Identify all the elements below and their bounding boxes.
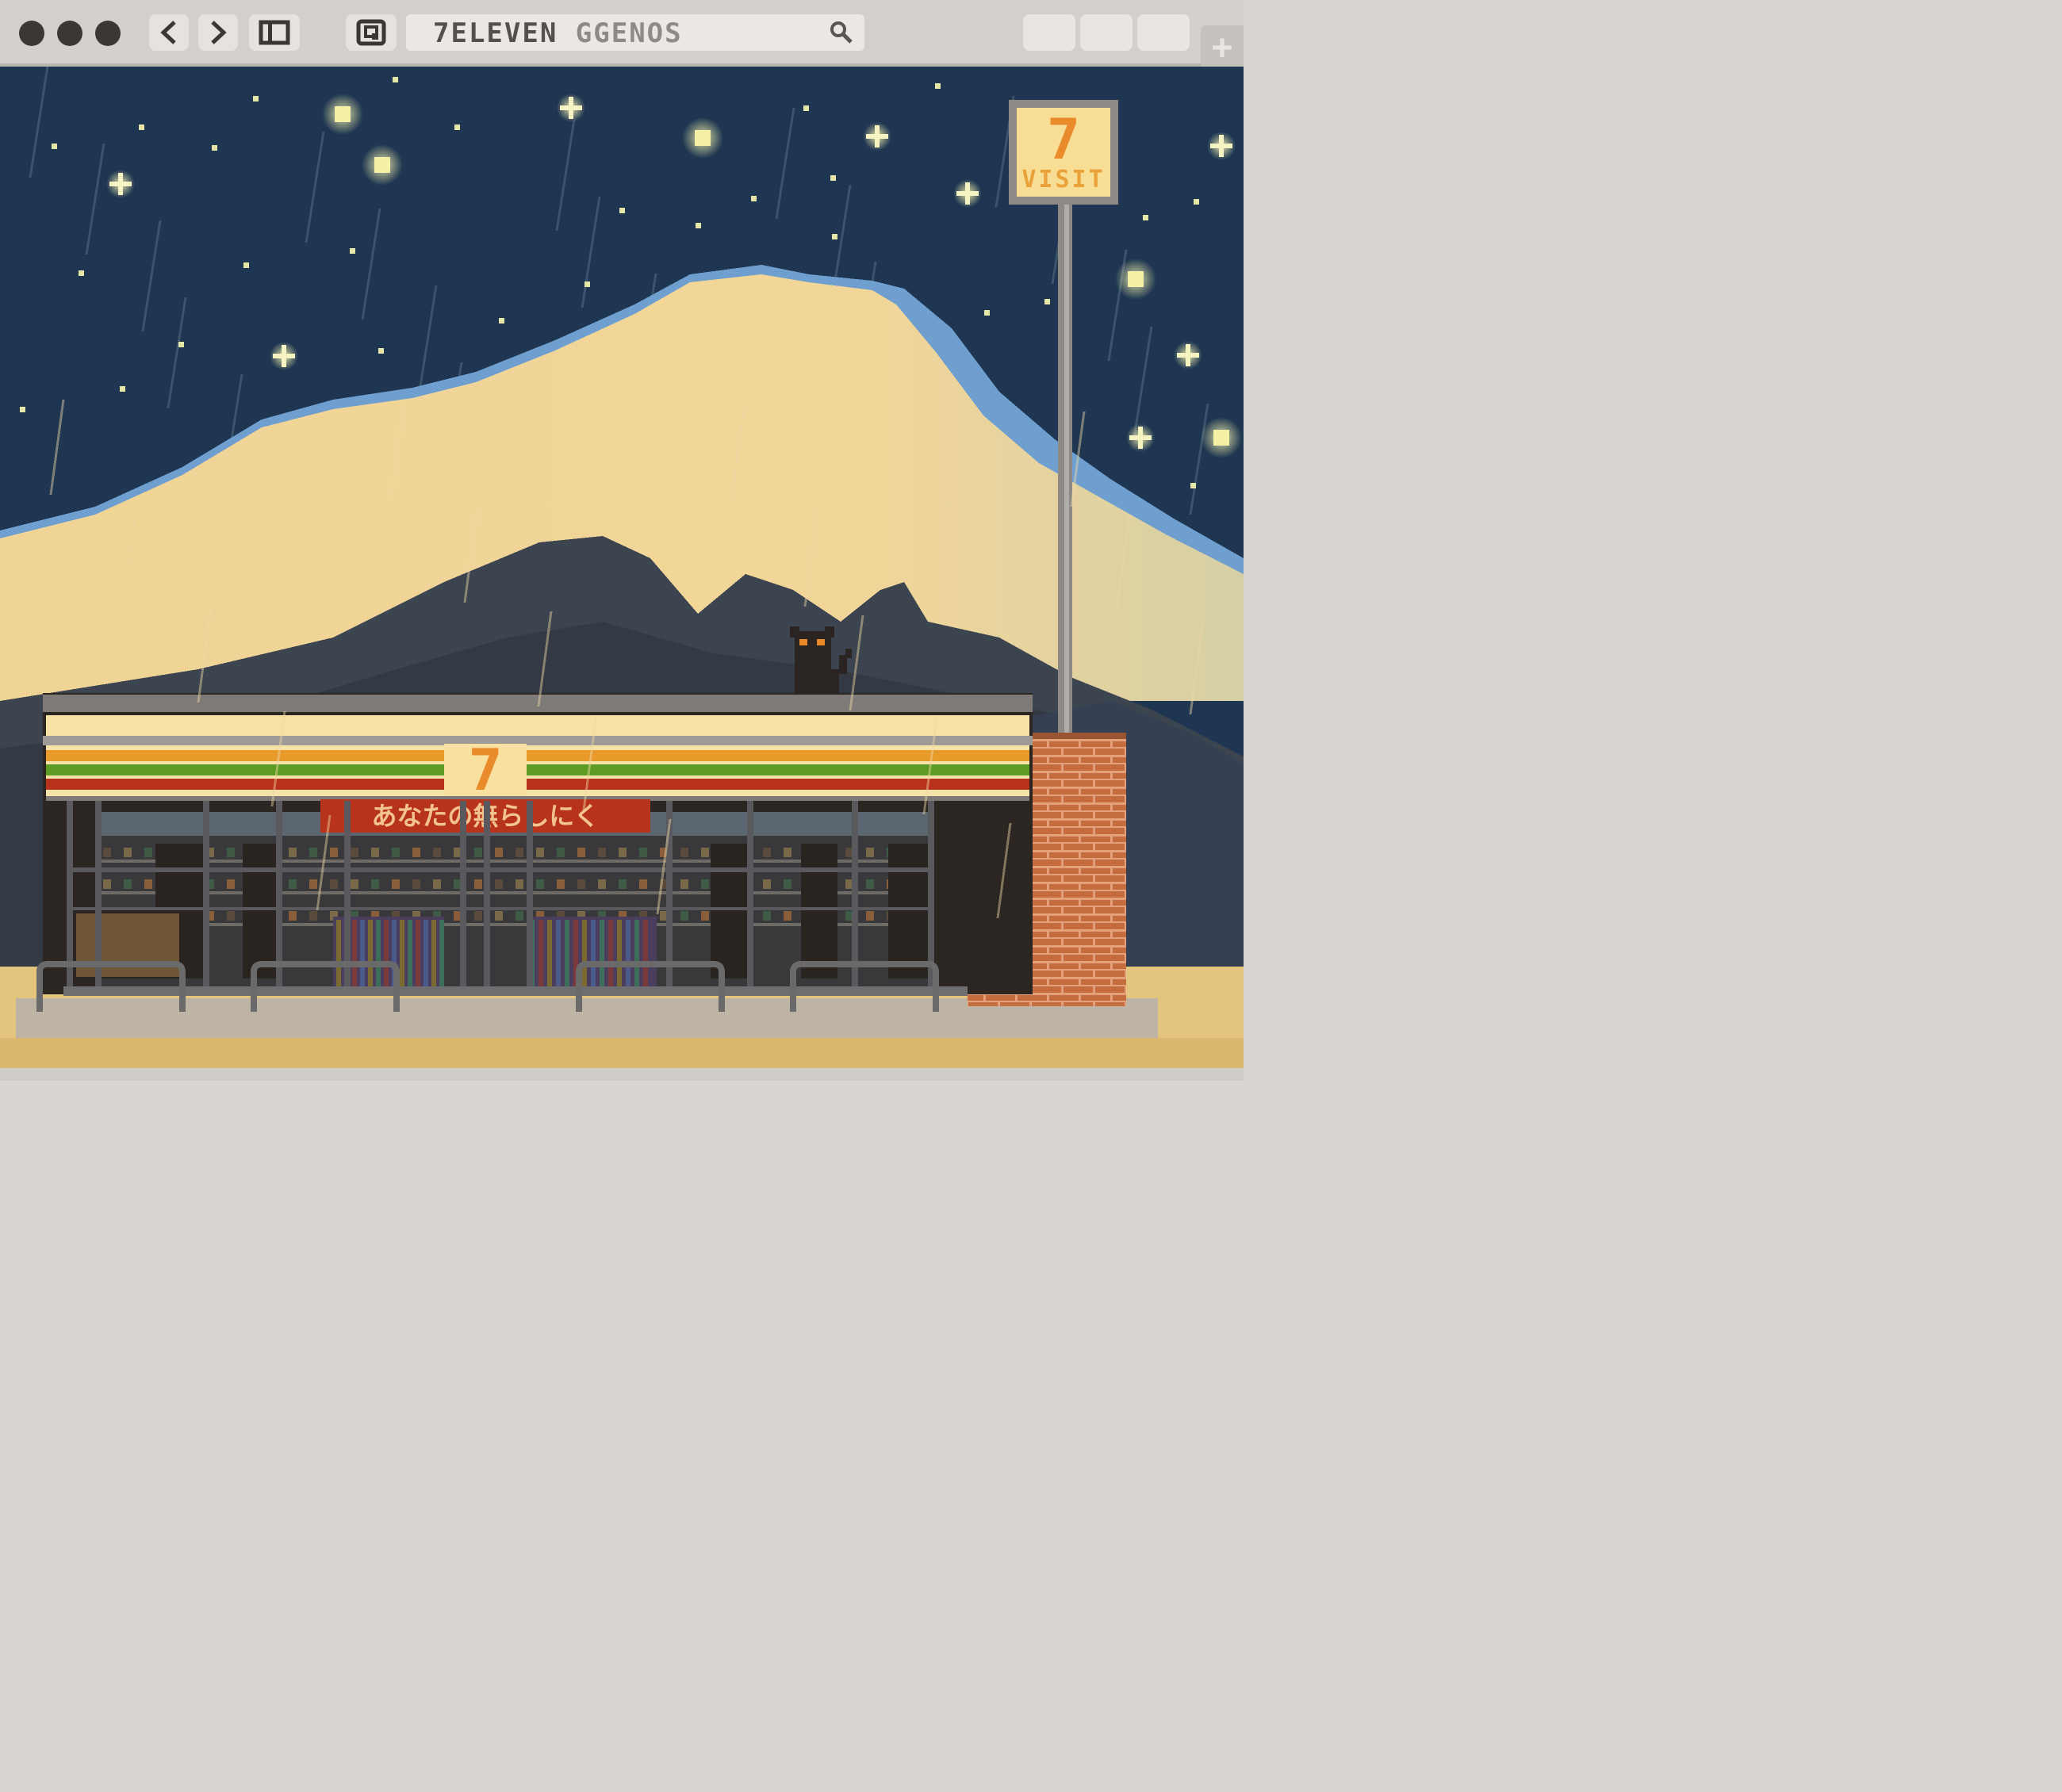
store-roof [43,695,1033,712]
toolbar-extra-button-2[interactable] [1080,14,1133,51]
zoom-window-button[interactable] [95,21,121,46]
address-bar[interactable]: 7ELEVEN GGENOS [406,14,864,51]
address-path: GGENOS [575,17,683,49]
back-button[interactable] [149,14,189,51]
store-logo: 7 [468,737,502,803]
share-button[interactable] [346,14,397,51]
bottom-bar [0,1068,1244,1081]
address-text: 7ELEVEN GGENOS [433,17,683,49]
road-edge [0,1038,1244,1068]
search-icon[interactable] [830,21,853,44]
minimize-window-button[interactable] [57,21,82,46]
toolbar-extra-button-3[interactable] [1137,14,1190,51]
sidebar-icon [259,20,290,45]
stripe-orange [46,750,1029,761]
browser-window: 7ELEVEN GGENOS + 7 VISIT 7 [0,0,1244,1081]
toolbar: 7ELEVEN GGENOS + [0,0,1244,68]
pixel-art-scene: 7 VISIT 7 あなたの無らしにく [0,66,1244,1068]
close-window-button[interactable] [19,21,44,46]
new-tab-button[interactable]: + [1201,25,1244,68]
sign-text: VISIT [1021,166,1105,193]
stripe-red [46,779,1029,790]
forward-button[interactable] [198,14,238,51]
webpage-scene: 7 VISIT 7 あなたの無らしにく [0,66,1244,1068]
sign-pole-highlight [1064,203,1069,742]
address-host: 7ELEVEN [433,17,558,49]
sidebar-button[interactable] [249,14,300,51]
store-fascia-light [46,715,1029,736]
toolbar-extra-button-1[interactable] [1023,14,1075,51]
chevron-left-icon [160,21,176,44]
stripe-green [46,764,1029,775]
chevron-right-icon [211,21,227,44]
share-icon [356,19,386,46]
store-fascia-trim [43,736,1033,745]
sign-logo: 7 [1047,107,1080,172]
